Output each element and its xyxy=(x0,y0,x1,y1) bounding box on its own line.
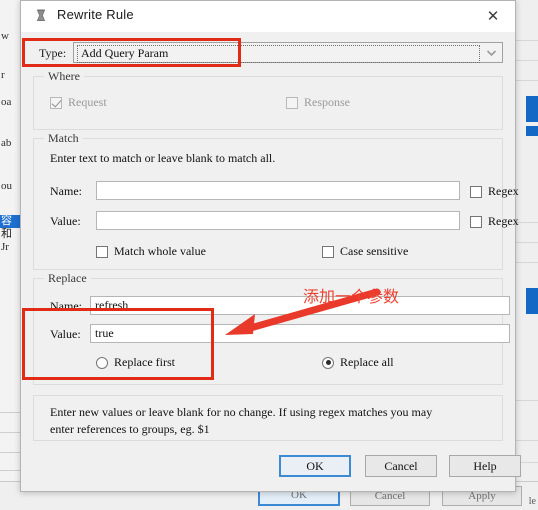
background-right-column xyxy=(515,0,538,510)
type-label: Type: xyxy=(39,46,67,60)
replace-first-label: Replace first xyxy=(114,355,175,369)
replace-group: Replace Name: Value: Replace first Repla… xyxy=(33,271,510,385)
radio-circle xyxy=(96,356,108,369)
replace-name-row: Name: xyxy=(34,295,510,317)
background-text-fragment: w xyxy=(1,30,9,42)
type-dropdown[interactable]: Add Query Param xyxy=(73,42,503,63)
replace-name-input[interactable] xyxy=(90,296,510,315)
background-selected-item: 容 xyxy=(0,215,20,228)
request-label: Request xyxy=(68,95,107,109)
background-text-fragment: oa xyxy=(1,96,12,108)
match-value-regex-checkbox[interactable]: Regex xyxy=(470,214,519,229)
replace-value-row: Value: xyxy=(34,323,510,345)
checkbox-box xyxy=(470,185,482,198)
match-value-regex-label: Regex xyxy=(488,214,519,228)
match-legend: Match xyxy=(44,131,83,146)
replace-all-label: Replace all xyxy=(340,355,394,369)
response-checkbox[interactable]: Response xyxy=(286,95,350,110)
background-text-fragment: ou xyxy=(1,180,12,192)
match-whole-value-checkbox[interactable]: Match whole value xyxy=(96,244,206,259)
rewrite-rule-dialog: Rewrite Rule ✕ Type: Add Query Param Whe… xyxy=(20,0,521,492)
background-tail-text: le xyxy=(528,496,536,507)
checkbox-box xyxy=(322,245,334,258)
background-text-fragment: 和 xyxy=(1,228,12,240)
radio-circle xyxy=(322,356,334,369)
chevron-down-icon[interactable] xyxy=(483,45,500,60)
where-group: Where Request Response xyxy=(33,69,503,130)
match-help-text: Enter text to match or leave blank to ma… xyxy=(50,151,276,165)
cancel-button[interactable]: Cancel xyxy=(365,455,437,477)
case-sensitive-checkbox[interactable]: Case sensitive xyxy=(322,244,408,259)
background-highlight-chip xyxy=(526,288,538,314)
hint-text: Enter new values or leave blank for no c… xyxy=(50,404,490,438)
hint-line-2: enter references to groups, eg. $1 xyxy=(50,422,210,436)
hint-group: Enter new values or leave blank for no c… xyxy=(33,395,503,441)
replace-first-radio[interactable]: Replace first xyxy=(96,355,175,370)
background-left-column: w r oa ab ou 容 和 Jr xyxy=(0,0,21,510)
match-group: Match Enter text to match or leave blank… xyxy=(33,131,519,270)
match-name-input[interactable] xyxy=(96,181,460,200)
dialog-body: Type: Add Query Param Where Request Resp… xyxy=(21,38,519,441)
checkbox-box xyxy=(470,215,482,228)
ok-button[interactable]: OK xyxy=(279,455,351,477)
replace-all-radio[interactable]: Replace all xyxy=(322,355,394,370)
match-name-label: Name: xyxy=(50,184,82,198)
background-text-fragment: ab xyxy=(1,137,12,149)
match-value-input[interactable] xyxy=(96,211,460,230)
checkbox-box xyxy=(286,96,298,109)
request-checkbox[interactable]: Request xyxy=(50,95,107,110)
background-highlight-chip xyxy=(526,126,538,136)
match-value-row: Value: Regex xyxy=(34,210,519,232)
match-value-label: Value: xyxy=(50,214,81,228)
hint-line-1: Enter new values or leave blank for no c… xyxy=(50,405,433,419)
help-button[interactable]: Help xyxy=(449,455,521,477)
charles-proxy-icon xyxy=(33,8,49,24)
background-text-fragment: Jr xyxy=(1,241,9,253)
match-name-regex-label: Regex xyxy=(488,184,519,198)
replace-name-label: Name: xyxy=(50,299,82,313)
type-dropdown-value: Add Query Param xyxy=(77,45,480,63)
replace-value-input[interactable] xyxy=(90,324,510,343)
where-legend: Where xyxy=(44,69,84,84)
dialog-title: Rewrite Rule xyxy=(57,7,134,22)
response-label: Response xyxy=(304,95,350,109)
match-whole-value-label: Match whole value xyxy=(114,244,206,258)
match-name-row: Name: Regex xyxy=(34,180,519,202)
dialog-footer: OK Cancel Help xyxy=(21,443,521,491)
type-row: Type: Add Query Param xyxy=(31,38,505,68)
background-text-fragment: r xyxy=(1,69,5,81)
replace-legend: Replace xyxy=(44,271,91,286)
case-sensitive-label: Case sensitive xyxy=(340,244,409,258)
match-name-regex-checkbox[interactable]: Regex xyxy=(470,184,519,199)
background-highlight-chip xyxy=(526,96,538,122)
close-icon[interactable]: ✕ xyxy=(471,1,515,31)
checkbox-box xyxy=(50,96,62,109)
replace-value-label: Value: xyxy=(50,327,81,341)
dialog-titlebar: Rewrite Rule ✕ xyxy=(21,1,515,32)
checkbox-box xyxy=(96,245,108,258)
